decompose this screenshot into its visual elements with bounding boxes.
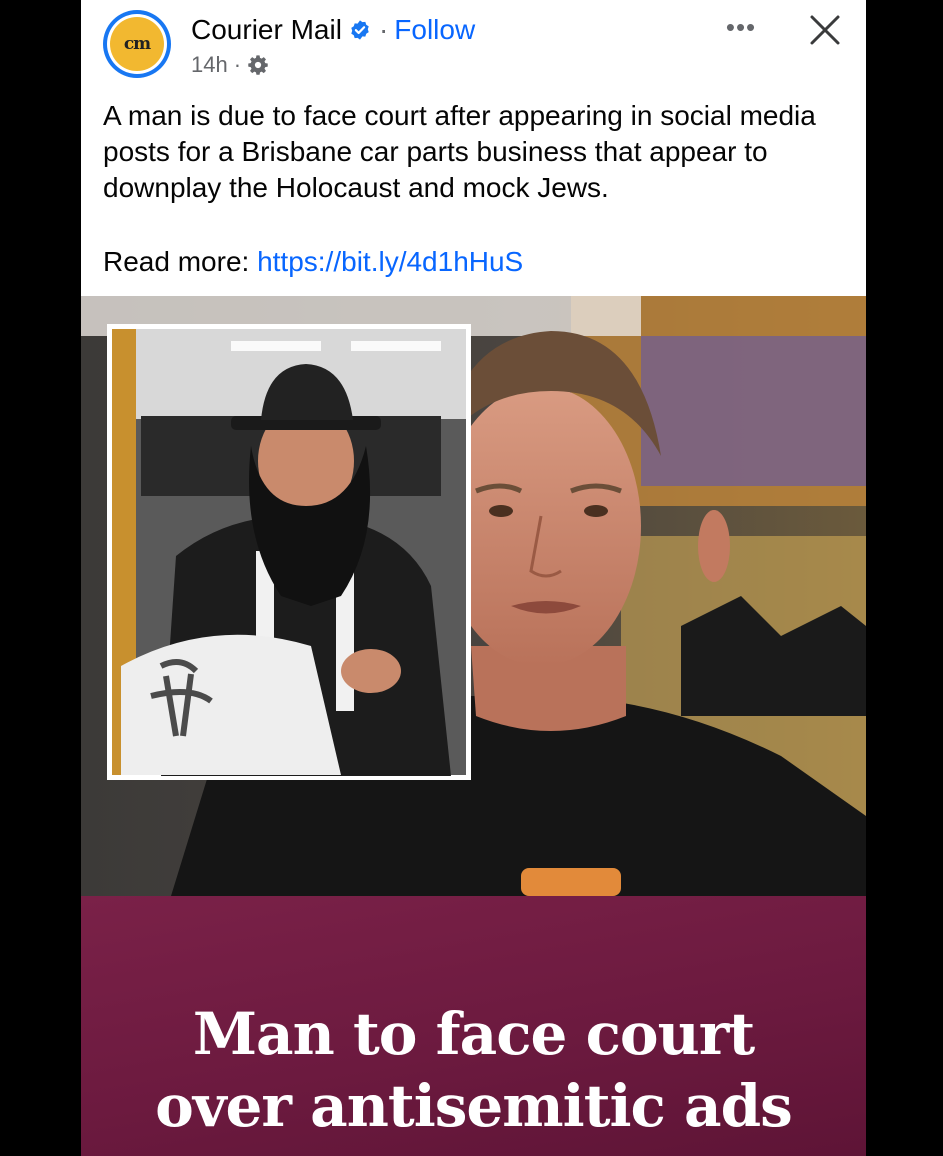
post-card: cm Courier Mail · Follow 14h · ••• A man… (81, 0, 866, 1156)
name-row: Courier Mail · Follow (191, 12, 475, 48)
article-link[interactable]: https://bit.ly/4d1hHuS (257, 246, 523, 277)
post-header: cm Courier Mail · Follow 14h · ••• (81, 0, 866, 90)
headline-line-1: Man to face court (192, 1000, 755, 1068)
post-meta: 14h · (191, 50, 269, 80)
headline-line-2: over antisemitic ads (155, 1072, 793, 1140)
photo-scene (81, 296, 866, 896)
avatar-ring: cm (107, 14, 167, 74)
separator-dot: · (378, 14, 389, 45)
post-media-image[interactable]: Man to face court over antisemitic ads (81, 296, 866, 1156)
page-avatar[interactable]: cm (103, 10, 171, 78)
read-more-label: Read more: (103, 246, 250, 277)
close-icon[interactable] (803, 8, 847, 52)
post-body-text: A man is due to face court after appeari… (103, 100, 816, 203)
audience-settings-icon[interactable] (247, 54, 269, 76)
follow-button[interactable]: Follow (394, 14, 475, 46)
post-timestamp[interactable]: 14h (191, 52, 228, 78)
more-options-icon[interactable]: ••• (721, 14, 761, 44)
headline-banner: Man to face court over antisemitic ads (81, 896, 866, 1156)
avatar-logo: cm (110, 17, 164, 71)
headline-text: Man to face court over antisemitic ads (81, 998, 866, 1142)
meta-separator: · (233, 52, 242, 77)
verified-badge-icon (351, 20, 369, 40)
read-more-line: Read more: https://bit.ly/4d1hHuS (103, 244, 523, 280)
page-name-link[interactable]: Courier Mail (191, 14, 342, 46)
